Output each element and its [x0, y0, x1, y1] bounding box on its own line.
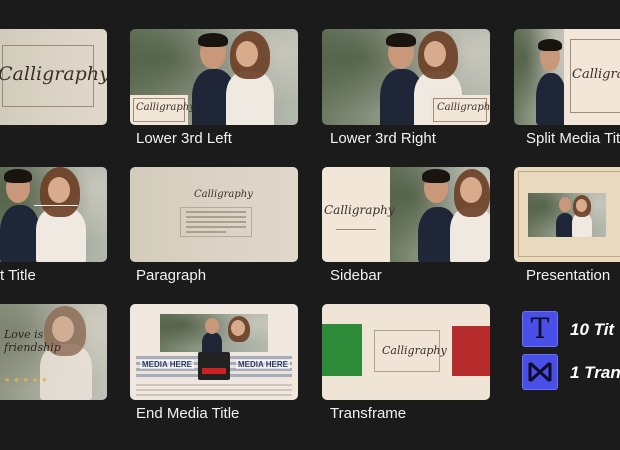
tile-label: Presentation — [526, 267, 611, 284]
tile-label: Sidebar — [330, 267, 382, 284]
red-frame — [452, 326, 490, 376]
center-media-block — [198, 352, 230, 380]
tile-quote-title[interactable]: Love is friendship ★★★★★ — [0, 304, 107, 400]
thumb-calligraphy-text: Calligraphy — [194, 189, 253, 200]
tile-paragraph[interactable]: Calligraphy — [130, 167, 298, 262]
tile-end-media-title[interactable]: MEDIA HERE MEDIA HERE — [130, 304, 298, 400]
thumb-quote-text: Love is friendship — [4, 328, 61, 354]
tile-label: Transframe — [330, 405, 407, 422]
tile-split-media-title[interactable]: Calligraphy — [514, 29, 620, 125]
lower-third-panel: Calligraphy — [430, 95, 490, 125]
tile-text-title[interactable] — [0, 167, 107, 262]
thumb-calligraphy-text: Calligraphy — [382, 344, 447, 357]
media-placeholder-label: MEDIA HERE — [140, 360, 194, 369]
transitions-count: 1 Tran — [570, 363, 620, 382]
tile-label: Split Media Title — [526, 130, 620, 147]
tile-sidebar[interactable]: Calligraphy — [322, 167, 490, 262]
tile-transframe[interactable]: Calligraphy — [322, 304, 490, 400]
green-frame — [322, 324, 362, 376]
star-dots: ★★★★★ — [4, 377, 51, 384]
tile-lower-3rd-left[interactable]: Calligraphy — [130, 29, 298, 125]
thumb-calligraphy-text: Calligraphy — [0, 63, 107, 85]
transitions-icon — [522, 354, 558, 390]
media-placeholder-label-2: MEDIA HERE — [236, 360, 290, 369]
tile-label: End Media Title — [136, 405, 240, 422]
tile-label: Lower 3rd Left — [136, 130, 232, 147]
lower-third-panel: Calligraphy — [130, 95, 195, 125]
thumb-calligraphy-text: Calligraphy — [136, 102, 195, 113]
tile-presentation[interactable] — [514, 167, 620, 262]
titles-count: 10 Tit — [570, 320, 615, 339]
titles-icon: T — [522, 311, 558, 347]
tile-label: t Title — [0, 267, 36, 284]
thumb-calligraphy-text: Calligraphy — [437, 102, 490, 113]
thumb-calligraphy-text: Calligraphy — [572, 67, 620, 82]
title-line — [34, 205, 78, 206]
tile-label: Paragraph — [136, 267, 207, 284]
tile-calligraphy-title[interactable]: Calligraphy — [0, 29, 107, 125]
tile-lower-3rd-right[interactable]: Calligraphy — [322, 29, 490, 125]
sidebar-panel: Calligraphy — [322, 167, 395, 262]
tile-label: Lower 3rd Right — [330, 130, 436, 147]
thumb-calligraphy-text: Calligraphy — [324, 203, 395, 217]
